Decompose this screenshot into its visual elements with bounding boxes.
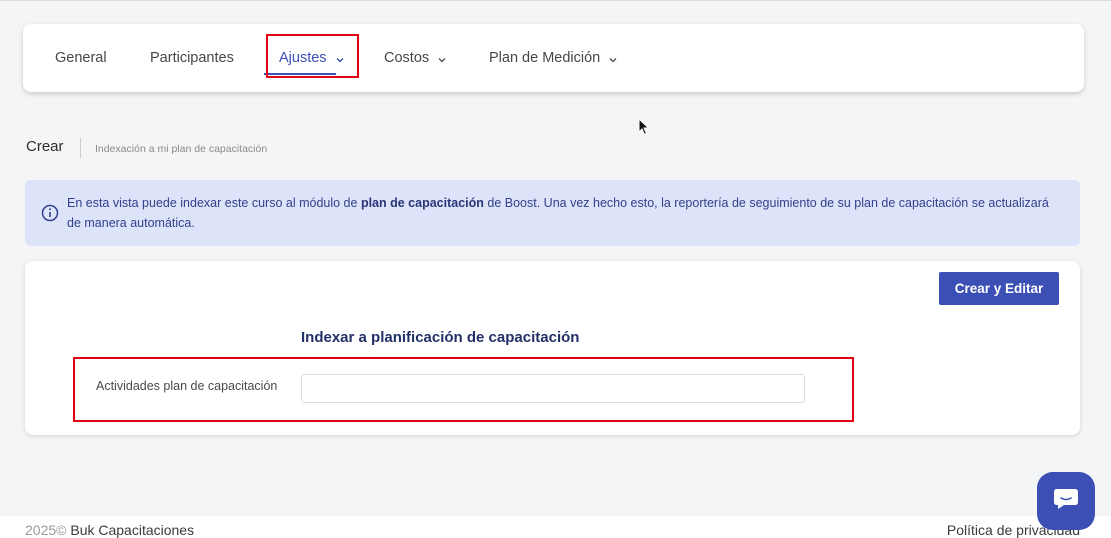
info-banner: En esta vista puede indexar este curso a… [25,180,1080,246]
tabs-bar: General Participantes Ajustes Costos Pla… [23,24,1084,92]
breadcrumb-divider [80,138,81,158]
top-divider [0,0,1111,1]
footer-year: 2025© [25,522,67,538]
footer: 2025© Buk Capacitaciones Política de pri… [0,516,1111,538]
page-subtitle: Indexación a mi plan de capacitación [95,143,268,155]
tab-label: Participantes [150,50,234,66]
tab-plan-de-medicion[interactable]: Plan de Medición [489,24,618,92]
tab-label: Costos [384,50,430,66]
chevron-down-icon [437,53,447,63]
form-section-title: Indexar a planificación de capacitación [301,329,580,346]
highlight-box-activities-field [73,357,854,422]
info-text-emphasis: plan de capacitación [360,196,484,210]
create-and-edit-button[interactable]: Crear y Editar [939,272,1059,305]
info-icon [41,204,59,222]
chat-button[interactable] [1037,472,1095,530]
tab-costos[interactable]: Costos [384,24,447,92]
info-message: En esta vista puede indexar este curso a… [67,193,1057,233]
tab-participantes[interactable]: Participantes [150,24,234,92]
chat-icon [1052,487,1080,516]
mouse-cursor-icon [638,117,650,136]
highlight-box-ajustes [266,34,359,78]
tab-label: Plan de Medición [489,50,601,66]
footer-company: Buk Capacitaciones [70,522,195,538]
page-title: Crear [26,138,64,155]
tab-label: General [55,50,107,66]
tab-general[interactable]: General [55,24,107,92]
footer-copyright: 2025© Buk Capacitaciones [25,522,194,538]
info-text-part: En esta vista puede indexar este curso a… [67,196,361,210]
chevron-down-icon [608,53,618,63]
